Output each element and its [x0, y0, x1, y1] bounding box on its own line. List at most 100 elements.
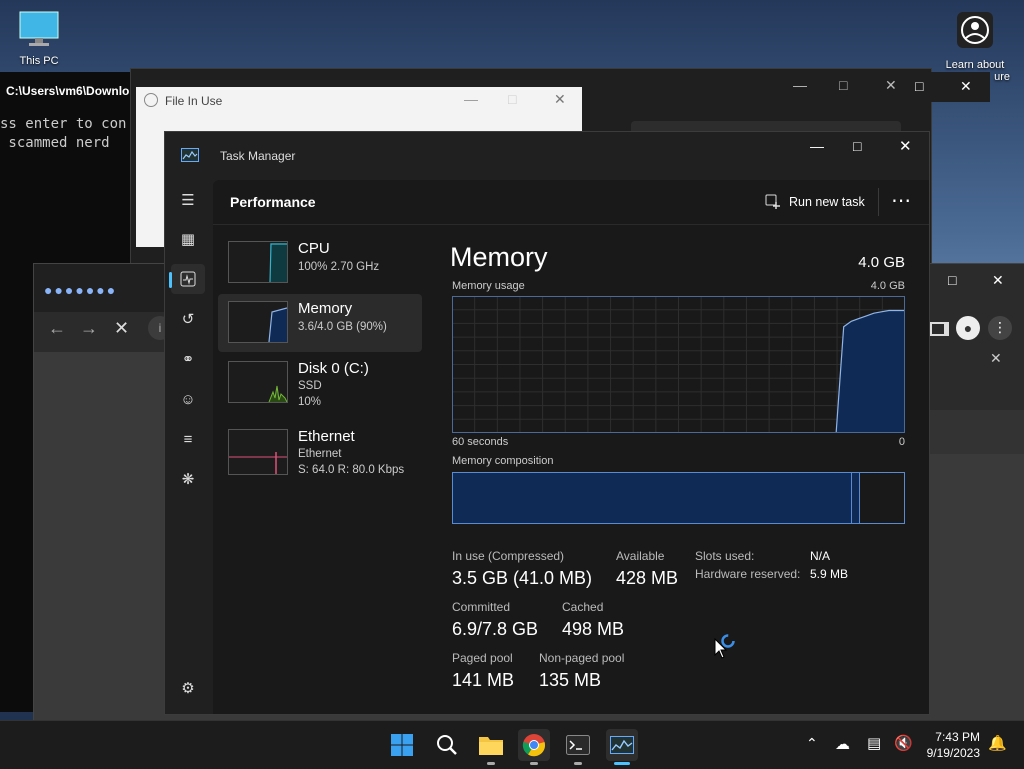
task-manager-app-icon	[181, 148, 199, 162]
selected-indicator	[169, 272, 172, 288]
header-divider	[213, 224, 929, 225]
minimize-icon[interactable]: —	[464, 91, 478, 107]
clock[interactable]: 7:43 PM 9/19/2023	[918, 729, 980, 761]
close-icon[interactable]: ✕	[992, 272, 1004, 289]
settings-icon[interactable]: ⚙	[171, 673, 205, 703]
memory-thumbnail	[228, 301, 288, 343]
ethernet-name: Ethernet	[298, 428, 355, 445]
tab-favicons: ●●●●●●●	[44, 282, 118, 298]
cpu-name: CPU	[298, 240, 330, 257]
maximize-icon[interactable]: □	[915, 78, 923, 94]
cpu-sub: 100% 2.70 GHz	[298, 261, 380, 273]
terminal-icon	[566, 735, 590, 755]
running-indicator	[487, 762, 495, 765]
perf-item-ethernet[interactable]: Ethernet Ethernet S: 64.0 R: 80.0 Kbps	[218, 422, 422, 480]
perf-item-disk[interactable]: Disk 0 (C:) SSD 10%	[218, 354, 422, 412]
maximize-icon[interactable]: □	[853, 138, 861, 154]
startup-apps-icon[interactable]: ⚭	[171, 344, 205, 374]
task-manager-button[interactable]	[606, 729, 638, 761]
sidebar-toggle-icon[interactable]	[930, 322, 949, 336]
close-icon[interactable]: ✕	[899, 137, 912, 155]
composition-in-use	[453, 473, 851, 523]
memory-usage-max: 4.0 GB	[870, 280, 905, 292]
close-icon[interactable]: ✕	[960, 78, 972, 95]
picture-icon	[957, 12, 993, 48]
chrome-button[interactable]	[518, 729, 550, 761]
close-icon[interactable]: ✕	[990, 350, 1002, 367]
clock-time: 7:43 PM	[935, 730, 980, 744]
details-icon[interactable]: ≡	[171, 424, 205, 454]
maximize-icon: □	[508, 91, 517, 107]
available-value: 428 MB	[616, 568, 679, 588]
hardware-reserved-value: 5.9 MB	[810, 567, 849, 581]
active-indicator	[614, 762, 630, 765]
more-options-icon[interactable]: ⋯	[891, 188, 912, 213]
perf-item-memory[interactable]: Memory 3.6/4.0 GB (90%)	[218, 294, 422, 352]
non-paged-pool-label: Non-paged pool	[539, 651, 625, 665]
ethernet-thumbnail	[228, 429, 288, 475]
notification-bell-icon[interactable]: 🔔	[988, 734, 1007, 752]
in-use-label: In use (Compressed)	[452, 549, 565, 563]
onedrive-icon[interactable]: ☁	[835, 735, 850, 753]
file-in-use-dialog[interactable]: File In Use — □ ✕	[136, 87, 582, 137]
file-in-use-body	[136, 137, 164, 247]
disk-sub-1: SSD	[298, 380, 322, 392]
run-new-task-button[interactable]: Run new task	[765, 190, 865, 214]
memory-total: 4.0 GB	[858, 254, 905, 271]
slots-used-label: Slots used:	[695, 549, 755, 563]
profile-icon[interactable]: ●	[956, 316, 980, 340]
window-title: Task Manager	[220, 149, 296, 163]
this-pc-desktop-icon[interactable]: This PC	[14, 8, 64, 67]
volume-muted-icon[interactable]: 🔇	[894, 734, 913, 752]
maximize-icon[interactable]: □	[839, 77, 847, 93]
task-manager-window[interactable]: Task Manager — □ ✕ ☰ ▦ ↺ ⚭ ☺ ≡ ❋ ⚙ Perfo…	[164, 131, 930, 715]
show-hidden-icons-icon[interactable]: ⌃	[806, 735, 818, 752]
hamburger-menu-icon[interactable]: ☰	[171, 185, 205, 215]
hardware-reserved-label: Hardware reserved:	[695, 567, 801, 581]
users-icon[interactable]: ☺	[171, 384, 205, 414]
file-explorer-button[interactable]	[475, 729, 507, 761]
ethernet-sub-1: Ethernet	[298, 448, 342, 460]
windows-logo-icon	[391, 734, 413, 756]
disk-thumbnail	[228, 361, 288, 403]
memory-usage-graph	[452, 296, 905, 433]
cmd-line-2: scammed nerd	[0, 135, 110, 151]
network-icon[interactable]: ▤	[867, 734, 881, 752]
close-icon[interactable]: ✕	[885, 77, 897, 94]
learn-about-label: Learn about	[945, 59, 1005, 71]
ethernet-sub-2: S: 64.0 R: 80.0 Kbps	[298, 464, 405, 476]
disk-sub-2: 10%	[298, 396, 322, 408]
performance-icon[interactable]	[171, 264, 205, 294]
run-new-task-label: Run new task	[789, 195, 865, 209]
clock-icon	[144, 93, 158, 107]
start-button[interactable]	[386, 729, 418, 761]
monitor-icon	[19, 11, 59, 46]
stop-loading-icon[interactable]: ✕	[114, 318, 129, 339]
minimize-icon[interactable]: —	[810, 138, 824, 154]
memory-usage-label: Memory usage	[452, 280, 525, 292]
browser-menu-icon[interactable]: ⋮	[988, 316, 1012, 340]
services-icon[interactable]: ❋	[171, 464, 205, 494]
slots-used-value: N/A	[810, 549, 831, 563]
memory-composition-bar	[452, 472, 905, 524]
terminal-button[interactable]	[562, 729, 594, 761]
composition-modified	[851, 473, 860, 523]
perf-item-cpu[interactable]: CPU 100% 2.70 GHz	[218, 234, 422, 292]
close-icon[interactable]: ✕	[554, 91, 566, 108]
file-in-use-title: File In Use	[165, 94, 223, 108]
cmd-line-1: ss enter to con	[0, 116, 127, 132]
cmd-title: C:\Users\vm6\Downlo	[6, 84, 130, 98]
search-button[interactable]	[431, 729, 463, 761]
header-separator	[878, 188, 879, 216]
outer-window-controls: □ ✕	[905, 72, 990, 102]
back-arrow-icon[interactable]: ←	[48, 318, 66, 339]
cpu-thumbnail	[228, 241, 288, 283]
processes-icon[interactable]: ▦	[171, 224, 205, 254]
maximize-icon[interactable]: □	[948, 272, 956, 288]
disk-name: Disk 0 (C:)	[298, 360, 369, 377]
minimize-icon[interactable]: —	[793, 77, 807, 93]
forward-arrow-icon[interactable]: →	[80, 318, 98, 339]
this-pc-label: This PC	[19, 55, 59, 67]
app-history-icon[interactable]: ↺	[171, 304, 205, 334]
memory-heading: Memory	[450, 242, 548, 272]
